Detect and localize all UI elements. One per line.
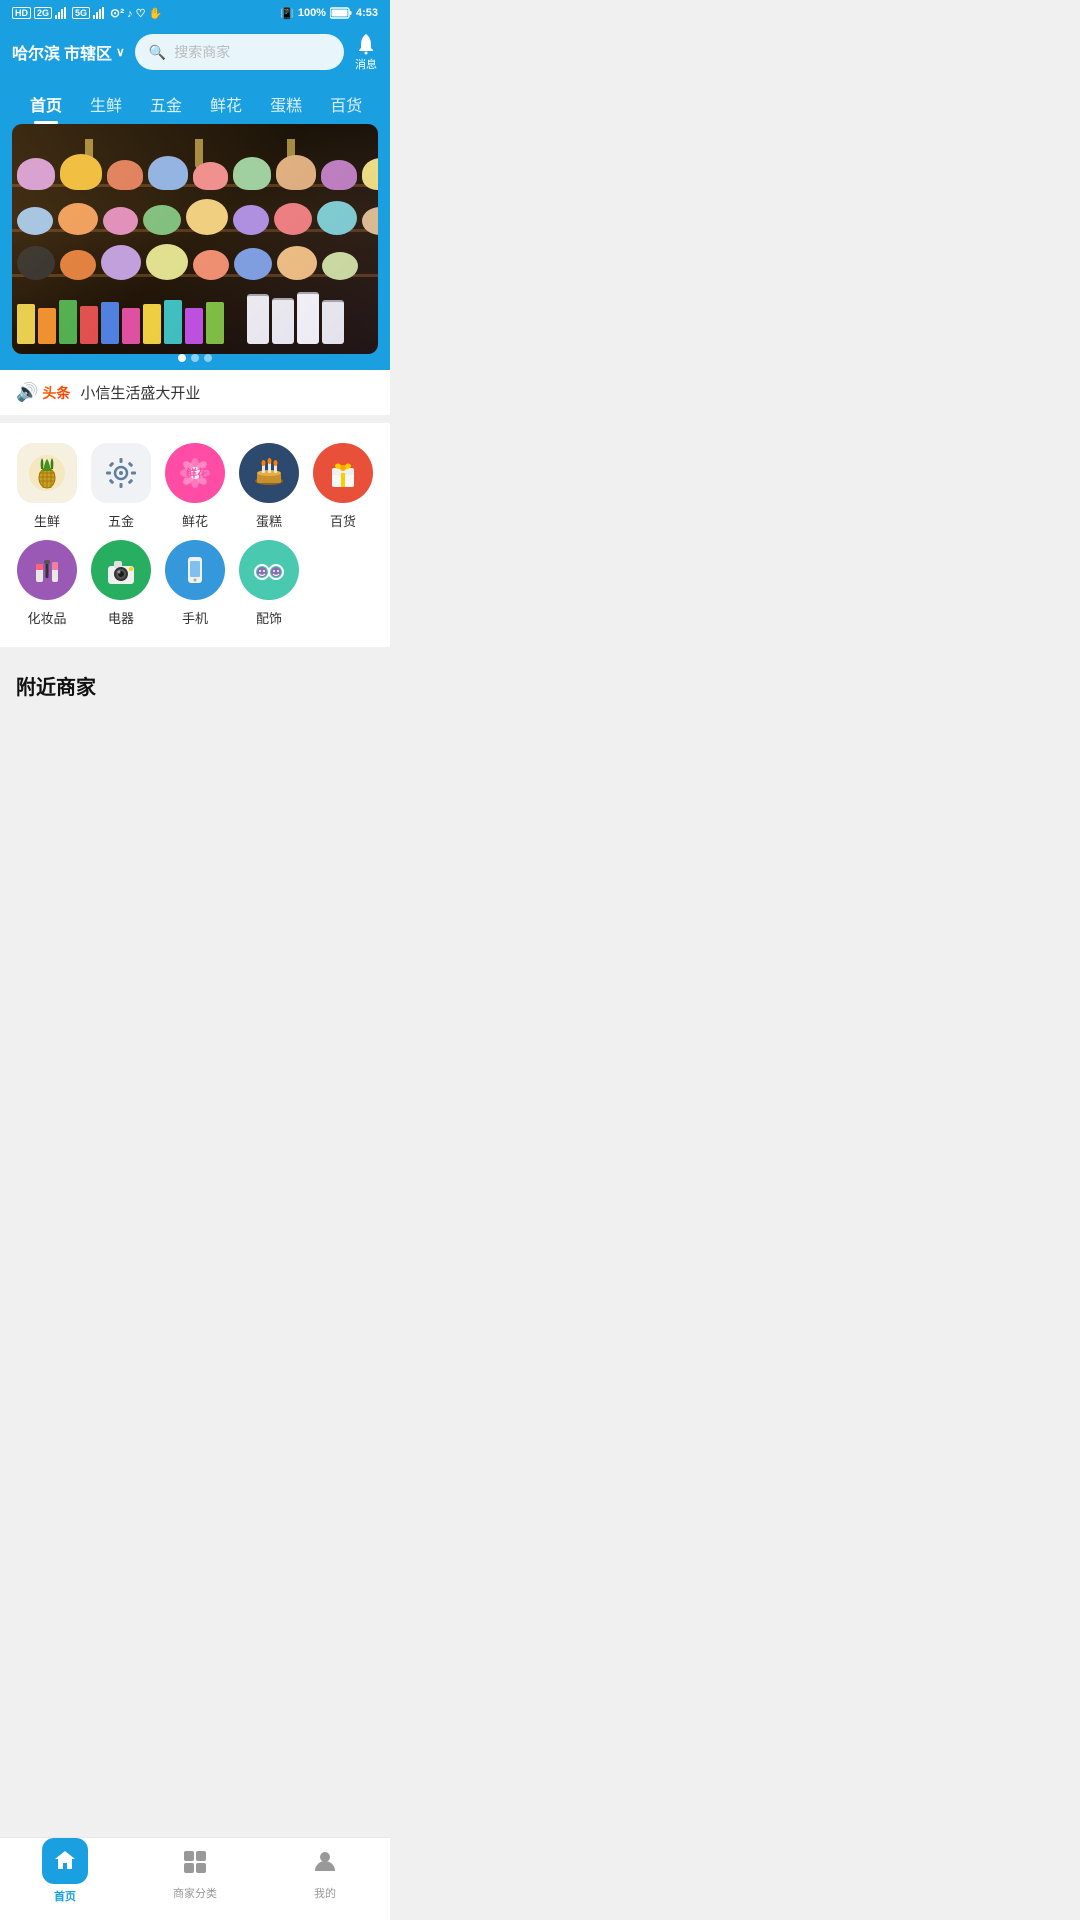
cake-icon xyxy=(239,443,299,503)
category-grid: 生鲜 xyxy=(10,443,380,627)
header-top: 哈尔滨 市辖区 ∨ 🔍 搜索商家 消息 xyxy=(12,32,378,72)
sim-badge: 2G xyxy=(34,7,52,19)
person-icon xyxy=(312,1849,338,1881)
category-cosmetics[interactable]: 化妆品 xyxy=(10,540,84,627)
phone-icon xyxy=(165,540,225,600)
tab-department[interactable]: 百货 xyxy=(316,82,376,124)
banner-dots xyxy=(178,354,212,362)
battery-icon xyxy=(330,7,352,19)
home-icon xyxy=(42,1838,88,1884)
ticker-text: 小信生活盛大开业 xyxy=(80,382,200,403)
phone-label: 手机 xyxy=(182,608,208,627)
category-fresh[interactable]: 生鲜 xyxy=(10,443,84,530)
dot-1 xyxy=(178,354,186,362)
bottom-nav: 首页 商家分类 我的 xyxy=(0,1837,390,1920)
tab-flower[interactable]: 鲜花 xyxy=(196,82,256,124)
mine-nav-label: 我的 xyxy=(314,1885,336,1901)
appliance-label: 电器 xyxy=(108,608,134,627)
cosmetics-icon xyxy=(17,540,77,600)
appliance-icon xyxy=(91,540,151,600)
category-hardware[interactable]: 五金 xyxy=(84,443,158,530)
vibrate-icon: 📳 xyxy=(280,7,294,20)
accessories-label: 配饰 xyxy=(256,608,282,627)
category-accessories[interactable]: 配饰 xyxy=(232,540,306,627)
bottom-nav-mine[interactable]: 我的 xyxy=(260,1849,390,1901)
tab-cosmetics[interactable]: 化妆 xyxy=(376,82,378,124)
category-department[interactable]: 百货 xyxy=(306,443,380,530)
flower-icon: 鲜花 xyxy=(165,443,225,503)
merchant-nav-label: 商家分类 xyxy=(173,1885,217,1901)
nav-tabs: 首页 生鲜 五金 鲜花 蛋糕 百货 化妆 xyxy=(12,82,378,124)
search-icon: 🔍 xyxy=(149,44,166,61)
cake-label: 蛋糕 xyxy=(256,511,282,530)
banner xyxy=(0,124,390,370)
status-right: 📳 100% 4:53 xyxy=(280,7,378,20)
department-icon xyxy=(313,443,373,503)
tab-home[interactable]: 首页 xyxy=(16,82,76,124)
extra-icons: ♪ ♡ ✋ xyxy=(127,7,162,20)
chevron-down-icon: ∨ xyxy=(116,45,125,59)
department-label: 百货 xyxy=(330,511,356,530)
location-selector[interactable]: 哈尔滨 市辖区 ∨ xyxy=(12,40,125,64)
time: 4:53 xyxy=(356,7,378,19)
category-flower[interactable]: 鲜花 鲜花 xyxy=(158,443,232,530)
battery-text: 100% xyxy=(298,7,326,19)
header: 哈尔滨 市辖区 ∨ 🔍 搜索商家 消息 首页 生鲜 五金 鲜花 蛋糕 百货 化妆 xyxy=(0,24,390,124)
notification-label: 消息 xyxy=(355,56,377,72)
signal-icon xyxy=(55,7,69,19)
fresh-label: 生鲜 xyxy=(34,511,60,530)
category-phone[interactable]: 手机 xyxy=(158,540,232,627)
home-nav-label: 首页 xyxy=(54,1888,76,1904)
speaker-icon: 🔊 xyxy=(16,382,38,403)
ticker-badge: 🔊 头条 xyxy=(16,382,70,403)
accessories-icon xyxy=(239,540,299,600)
district-name: 市辖区 xyxy=(64,40,112,64)
dot-2 xyxy=(191,354,199,362)
hd-badge: HD xyxy=(12,7,31,19)
banner-image xyxy=(12,124,378,354)
grid-icon xyxy=(182,1849,208,1881)
bottom-nav-merchant[interactable]: 商家分类 xyxy=(130,1849,260,1901)
fresh-icon xyxy=(17,443,77,503)
tab-hardware[interactable]: 五金 xyxy=(136,82,196,124)
status-left: HD 2G 5G ⊙² ♪ ♡ ✋ xyxy=(12,6,162,20)
main-content: 🔊 头条 小信生活盛大开业 xyxy=(0,370,390,792)
bottom-spacer xyxy=(0,712,390,792)
hardware-label: 五金 xyxy=(108,511,134,530)
status-bar: HD 2G 5G ⊙² ♪ ♡ ✋ 📳 100% 4:53 xyxy=(0,0,390,24)
category-section: 生鲜 xyxy=(0,423,390,647)
tab-fresh[interactable]: 生鲜 xyxy=(76,82,136,124)
search-bar[interactable]: 🔍 搜索商家 xyxy=(135,34,344,70)
city-name: 哈尔滨 xyxy=(12,40,60,64)
nearby-section-title: 附近商家 xyxy=(0,655,390,712)
category-appliance[interactable]: 电器 xyxy=(84,540,158,627)
search-placeholder: 搜索商家 xyxy=(174,42,230,62)
hardware-icon xyxy=(91,443,151,503)
signal-icon-2 xyxy=(93,7,107,19)
bottom-nav-home[interactable]: 首页 xyxy=(0,1846,130,1904)
nearby-title-text: 附近商家 xyxy=(16,677,96,699)
ticker-label: 头条 xyxy=(42,383,70,403)
news-ticker: 🔊 头条 小信生活盛大开业 xyxy=(0,370,390,415)
category-cake[interactable]: 蛋糕 xyxy=(232,443,306,530)
tab-cake[interactable]: 蛋糕 xyxy=(256,82,316,124)
wifi-icon: ⊙² xyxy=(110,6,124,20)
5g-badge: 5G xyxy=(72,7,90,19)
notification-button[interactable]: 消息 xyxy=(354,32,378,72)
flower-label: 鲜花 xyxy=(182,511,208,530)
svg-text:鲜花: 鲜花 xyxy=(186,466,208,480)
dot-3 xyxy=(204,354,212,362)
cosmetics-label: 化妆品 xyxy=(27,608,66,627)
